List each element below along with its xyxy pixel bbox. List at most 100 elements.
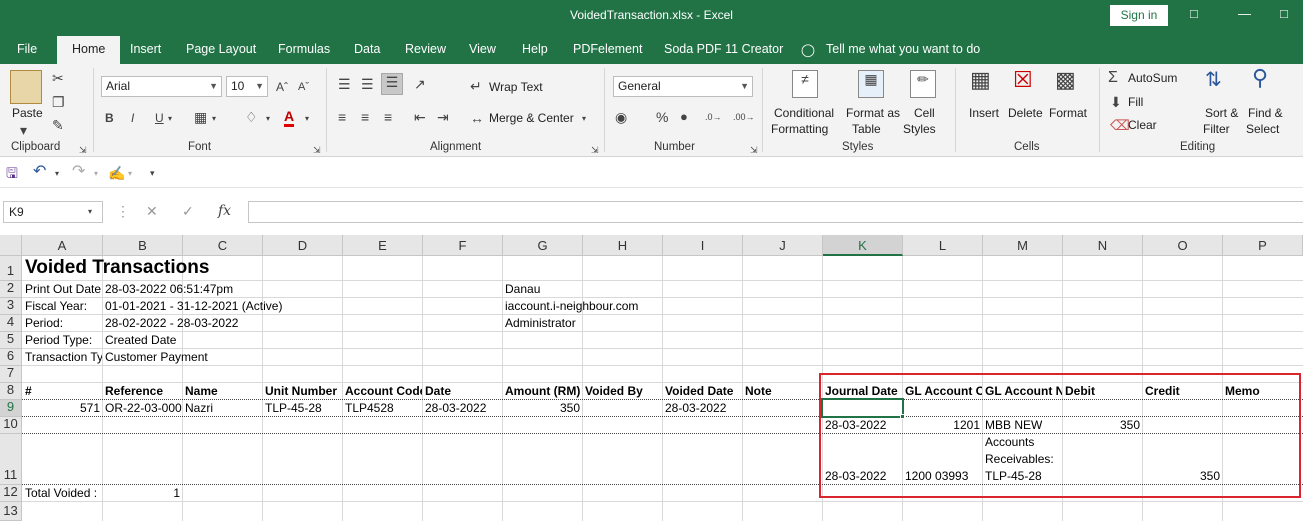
delete-cells-icon[interactable]: ☒ bbox=[1013, 69, 1033, 91]
column-header[interactable]: N bbox=[1063, 235, 1143, 256]
paste-dropdown-icon[interactable]: ▾ bbox=[20, 122, 27, 138]
cell-styles-label[interactable]: Cell bbox=[914, 106, 935, 121]
conditional-formatting-icon[interactable]: ≠ bbox=[792, 70, 818, 98]
fill-button[interactable]: Fill bbox=[1128, 95, 1143, 110]
font-color-icon[interactable]: A bbox=[284, 108, 295, 127]
increase-font-icon[interactable]: Aˆ bbox=[276, 79, 288, 95]
clipboard-launcher-icon[interactable]: ⇲ bbox=[79, 142, 87, 158]
column-header[interactable]: F bbox=[423, 235, 503, 256]
format-as-table-label-2[interactable]: Table bbox=[852, 122, 881, 137]
spreadsheet-grid[interactable]: A B C D E F G H I J K L M N O P 1 2 3 4 … bbox=[0, 235, 1303, 521]
font-launcher-icon[interactable]: ⇲ bbox=[313, 142, 321, 158]
wrap-text-button[interactable]: Wrap Text bbox=[489, 80, 543, 95]
row-header[interactable]: 2 bbox=[0, 280, 22, 298]
alignment-launcher-icon[interactable]: ⇲ bbox=[591, 142, 599, 158]
column-header[interactable]: K bbox=[823, 235, 903, 256]
borders-dropdown-icon[interactable]: ▾ bbox=[212, 111, 216, 127]
row-header[interactable]: 7 bbox=[0, 365, 22, 383]
cell-styles-icon[interactable]: ✏ bbox=[910, 70, 936, 98]
tell-me-search[interactable]: Tell me what you want to do bbox=[826, 42, 980, 56]
undo-icon[interactable]: ↶ bbox=[33, 164, 46, 180]
fill-icon[interactable]: ⬇ bbox=[1110, 94, 1122, 110]
font-name-select[interactable]: Arial ▼ bbox=[101, 76, 222, 97]
sort-filter-label[interactable]: Sort & bbox=[1205, 106, 1238, 121]
row-header[interactable]: 4 bbox=[0, 314, 22, 332]
autosum-button[interactable]: AutoSum bbox=[1128, 71, 1177, 86]
underline-dropdown-icon[interactable]: ▾ bbox=[168, 111, 172, 127]
increase-decimal-icon[interactable]: .0→ bbox=[705, 109, 722, 125]
sort-filter-icon[interactable]: ⇅ bbox=[1205, 70, 1222, 90]
align-left-icon[interactable]: ≡ bbox=[338, 109, 346, 125]
customize-qat-icon[interactable]: ▾ bbox=[150, 165, 155, 181]
increase-indent-icon[interactable]: ⇥ bbox=[437, 109, 449, 125]
column-header[interactable]: A bbox=[22, 235, 103, 256]
format-cells-icon[interactable]: ▩ bbox=[1055, 69, 1076, 91]
tab-data[interactable]: Data bbox=[354, 42, 380, 56]
borders-icon[interactable]: ▦ bbox=[194, 109, 207, 125]
column-header[interactable]: G bbox=[503, 235, 583, 256]
row-header[interactable]: 1 bbox=[0, 256, 22, 281]
undo-dropdown-icon[interactable]: ▾ bbox=[55, 166, 59, 182]
align-middle-icon[interactable]: ☰ bbox=[361, 76, 374, 92]
merge-dropdown-icon[interactable]: ▾ bbox=[582, 111, 586, 127]
align-top-icon[interactable]: ☰ bbox=[338, 76, 351, 92]
sign-in-button[interactable]: Sign in bbox=[1110, 5, 1168, 26]
clear-icon[interactable]: ⌫ bbox=[1110, 117, 1130, 133]
column-header[interactable]: M bbox=[983, 235, 1063, 256]
tab-help[interactable]: Help bbox=[522, 42, 548, 56]
merge-center-icon[interactable]: ↔ bbox=[470, 110, 484, 126]
maximize-icon[interactable]: □ bbox=[1280, 6, 1288, 21]
conditional-formatting-label-2[interactable]: Formatting bbox=[771, 122, 828, 137]
format-cells-button[interactable]: Format bbox=[1049, 106, 1087, 121]
delete-cells-button[interactable]: Delete bbox=[1008, 106, 1043, 121]
tab-soda-pdf[interactable]: Soda PDF 11 Creator bbox=[664, 42, 783, 56]
column-header[interactable]: O bbox=[1143, 235, 1223, 256]
column-header[interactable]: J bbox=[743, 235, 823, 256]
row-header[interactable]: 5 bbox=[0, 331, 22, 349]
format-as-table-icon[interactable]: ▦ bbox=[858, 70, 884, 98]
find-select-label[interactable]: Find & bbox=[1248, 106, 1283, 121]
insert-cells-button[interactable]: Insert bbox=[969, 106, 999, 121]
number-launcher-icon[interactable]: ⇲ bbox=[750, 142, 758, 158]
minimize-icon[interactable]: — bbox=[1238, 6, 1251, 21]
cancel-icon[interactable]: ✕ bbox=[146, 203, 158, 219]
insert-function-icon[interactable]: fx bbox=[218, 203, 231, 219]
row-header[interactable]: 9 bbox=[0, 399, 22, 417]
save-icon[interactable]: 🖫 bbox=[6, 165, 18, 181]
find-select-icon[interactable]: ⚲ bbox=[1252, 67, 1268, 89]
row-header[interactable]: 11 bbox=[0, 434, 22, 485]
format-as-table-label[interactable]: Format as bbox=[846, 106, 900, 121]
paste-icon[interactable] bbox=[10, 70, 42, 104]
row-header[interactable]: 13 bbox=[0, 502, 22, 521]
tab-formulas[interactable]: Formulas bbox=[278, 42, 330, 56]
column-header[interactable]: P bbox=[1223, 235, 1303, 256]
row-header[interactable]: 6 bbox=[0, 348, 22, 366]
tab-page-layout[interactable]: Page Layout bbox=[186, 42, 256, 56]
find-select-label-2[interactable]: Select bbox=[1246, 122, 1279, 137]
align-bottom-icon[interactable]: ☰ bbox=[381, 73, 403, 95]
paste-button[interactable]: Paste bbox=[12, 106, 43, 121]
accounting-format-icon[interactable]: ◉ bbox=[615, 109, 627, 125]
cut-icon[interactable]: ✂ bbox=[52, 70, 64, 86]
column-header[interactable]: D bbox=[263, 235, 343, 256]
format-painter-icon[interactable]: ✎ bbox=[52, 117, 64, 133]
align-center-icon[interactable]: ≡ bbox=[361, 109, 369, 125]
name-box-dropdown-icon[interactable]: ▾ bbox=[88, 204, 92, 220]
row-header[interactable]: 3 bbox=[0, 297, 22, 315]
tab-home[interactable]: Home bbox=[57, 36, 121, 64]
sort-filter-label-2[interactable]: Filter bbox=[1203, 122, 1230, 137]
comma-style-icon[interactable]: ● bbox=[680, 109, 688, 125]
fill-color-icon[interactable]: ♢ bbox=[245, 109, 258, 125]
underline-button[interactable]: U bbox=[155, 110, 164, 126]
number-format-select[interactable]: General ▼ bbox=[613, 76, 753, 97]
select-all-corner[interactable] bbox=[0, 235, 22, 256]
decrease-decimal-icon[interactable]: .00→ bbox=[733, 109, 755, 125]
clear-button[interactable]: Clear bbox=[1128, 118, 1157, 133]
insert-cells-icon[interactable]: ▦ bbox=[970, 69, 991, 91]
bold-button[interactable]: B bbox=[105, 110, 114, 126]
enter-icon[interactable]: ✓ bbox=[182, 203, 194, 219]
column-header[interactable]: B bbox=[103, 235, 183, 256]
autosum-icon[interactable]: Σ bbox=[1108, 70, 1118, 86]
decrease-indent-icon[interactable]: ⇤ bbox=[414, 109, 426, 125]
redo-icon[interactable]: ↷ bbox=[72, 164, 85, 180]
